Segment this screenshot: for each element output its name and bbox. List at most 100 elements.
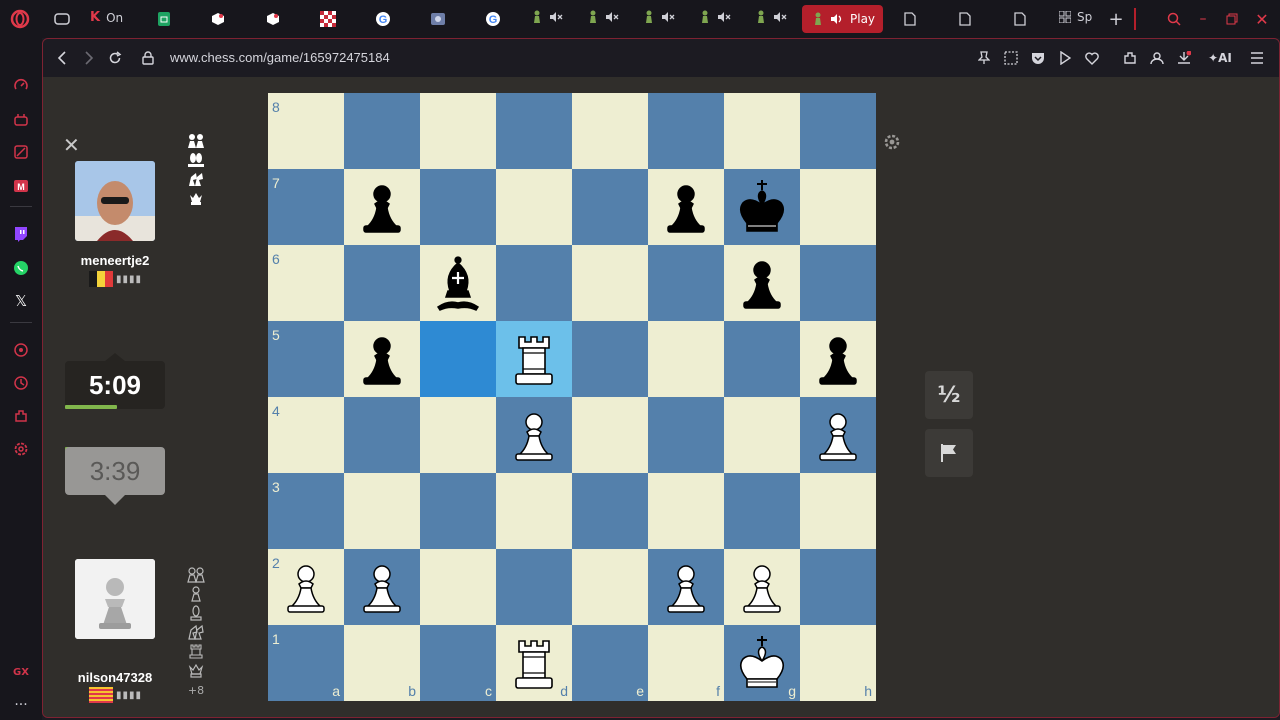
tab-chess-muted-3[interactable] xyxy=(643,10,675,24)
square-c8[interactable] xyxy=(420,93,496,169)
gx-logo-icon[interactable]: GX xyxy=(10,661,32,683)
square-f4[interactable] xyxy=(648,397,724,473)
download-icon[interactable] xyxy=(1174,48,1194,68)
pin-icon[interactable] xyxy=(974,48,994,68)
resign-button[interactable] xyxy=(925,429,973,477)
square-g1[interactable]: g xyxy=(724,625,800,701)
tab-chess-play-active[interactable]: Play xyxy=(802,5,883,33)
next-move-arrow-icon[interactable] xyxy=(957,717,969,718)
new-tab-plus-icon[interactable]: + xyxy=(1105,8,1127,30)
square-f7[interactable] xyxy=(648,169,724,245)
square-d8[interactable] xyxy=(496,93,572,169)
square-g6[interactable] xyxy=(724,245,800,321)
gmail-icon[interactable]: M xyxy=(10,175,32,197)
tab-favicon-1[interactable] xyxy=(207,8,229,30)
square-e4[interactable] xyxy=(572,397,648,473)
minimize-icon[interactable]: – xyxy=(1192,8,1214,30)
tab-image-icon[interactable] xyxy=(427,8,449,30)
square-c4[interactable] xyxy=(420,397,496,473)
top-player-name[interactable]: meneertje2 xyxy=(43,253,187,268)
square-h6[interactable] xyxy=(800,245,876,321)
square-c6[interactable] xyxy=(420,245,496,321)
square-b8[interactable] xyxy=(344,93,420,169)
tab-document-2[interactable] xyxy=(954,8,976,30)
chess-board[interactable]: 87 6 5 4 3 2 1 a b c d e f g h xyxy=(268,93,876,701)
square-g3[interactable] xyxy=(724,473,800,549)
square-g7[interactable] xyxy=(724,169,800,245)
square-h1[interactable]: h xyxy=(800,625,876,701)
forward-arrow-icon[interactable] xyxy=(78,47,100,69)
square-d7[interactable] xyxy=(496,169,572,245)
tab-document-1[interactable] xyxy=(899,8,921,30)
square-e5[interactable] xyxy=(572,321,648,397)
shield-adblock-icon[interactable] xyxy=(1028,48,1048,68)
whatsapp-icon[interactable] xyxy=(10,257,32,279)
square-e2[interactable] xyxy=(572,549,648,625)
tab-opera-news[interactable]: K On xyxy=(90,10,123,25)
close-panel-icon[interactable]: ✕ xyxy=(63,133,80,157)
back-arrow-icon[interactable] xyxy=(51,47,73,69)
white-king-icon[interactable] xyxy=(732,633,792,693)
square-b1[interactable]: b xyxy=(344,625,420,701)
square-f3[interactable] xyxy=(648,473,724,549)
tab-sheets[interactable] xyxy=(153,8,175,30)
square-a7[interactable]: 7 xyxy=(268,169,344,245)
opera-logo-icon[interactable] xyxy=(9,8,31,30)
white-pawn-icon[interactable] xyxy=(504,405,564,465)
tab-favicon-2[interactable] xyxy=(262,8,284,30)
bottom-player-name[interactable]: nilson47328 xyxy=(43,670,187,685)
square-b2[interactable] xyxy=(344,549,420,625)
square-e8[interactable] xyxy=(572,93,648,169)
snapshot-icon[interactable] xyxy=(1001,48,1021,68)
square-b3[interactable] xyxy=(344,473,420,549)
square-h2[interactable] xyxy=(800,549,876,625)
offer-draw-button[interactable]: ½ xyxy=(925,371,973,419)
tab-google-2[interactable]: G xyxy=(482,8,504,30)
square-c3[interactable] xyxy=(420,473,496,549)
extensions-icon[interactable] xyxy=(10,405,32,427)
tab-chess-muted-2[interactable] xyxy=(587,10,619,24)
tab-chess-muted-4[interactable] xyxy=(699,10,731,24)
white-rook-icon[interactable] xyxy=(504,329,564,389)
tab-checker-icon[interactable] xyxy=(317,8,339,30)
url-field[interactable]: www.chess.com/game/165972475184 xyxy=(170,50,390,65)
square-a4[interactable]: 4 xyxy=(268,397,344,473)
white-pawn-icon[interactable] xyxy=(732,557,792,617)
square-a3[interactable]: 3 xyxy=(268,473,344,549)
avatar-bottom-player[interactable] xyxy=(75,559,155,639)
profile-icon[interactable] xyxy=(1147,48,1167,68)
ai-sparkle-icon[interactable]: ✦AI xyxy=(1205,48,1235,68)
square-b5[interactable] xyxy=(344,321,420,397)
square-h3[interactable] xyxy=(800,473,876,549)
square-e1[interactable]: e xyxy=(572,625,648,701)
tab-chess-muted-1[interactable] xyxy=(531,10,563,24)
white-pawn-icon[interactable] xyxy=(276,557,336,617)
square-g5[interactable] xyxy=(724,321,800,397)
square-c5[interactable] xyxy=(420,321,496,397)
gx-corner-icon[interactable] xyxy=(10,141,32,163)
settings-gear-icon[interactable] xyxy=(10,438,32,460)
square-b7[interactable] xyxy=(344,169,420,245)
square-d6[interactable] xyxy=(496,245,572,321)
lock-icon[interactable] xyxy=(137,47,159,69)
square-d2[interactable] xyxy=(496,549,572,625)
white-pawn-icon[interactable] xyxy=(352,557,412,617)
white-pawn-icon[interactable] xyxy=(656,557,716,617)
board-settings-gear-icon[interactable] xyxy=(883,133,901,151)
extensions-puzzle-icon[interactable] xyxy=(1120,48,1140,68)
tab-google-1[interactable]: G xyxy=(372,8,394,30)
tab-document-3[interactable] xyxy=(1009,8,1031,30)
square-g8[interactable] xyxy=(724,93,800,169)
previous-move-arrow-icon[interactable] xyxy=(929,717,941,718)
avatar-top-player[interactable] xyxy=(75,161,155,241)
square-f1[interactable]: f xyxy=(648,625,724,701)
square-a2[interactable]: 2 xyxy=(268,549,344,625)
square-h5[interactable] xyxy=(800,321,876,397)
square-f6[interactable] xyxy=(648,245,724,321)
square-a5[interactable]: 5 xyxy=(268,321,344,397)
square-d4[interactable] xyxy=(496,397,572,473)
square-a1[interactable]: 1a xyxy=(268,625,344,701)
maximize-icon[interactable] xyxy=(1221,8,1243,30)
search-tabs-icon[interactable] xyxy=(1163,8,1185,30)
tab-speed-dial[interactable]: Sp xyxy=(1059,10,1092,24)
